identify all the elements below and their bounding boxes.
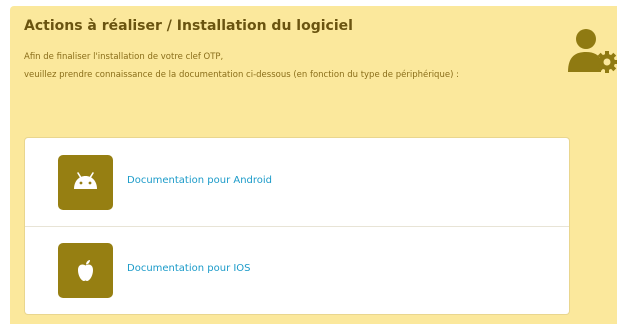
installation-panel: Actions à réaliser / Installation du log… <box>10 6 617 324</box>
ios-doc-row[interactable]: Documentation pour IOS <box>25 226 569 314</box>
description-line-2: veuillez prendre connaissance de la docu… <box>24 70 459 80</box>
android-doc-row[interactable]: Documentation pour Android <box>25 138 569 227</box>
documentation-card: Documentation pour Android Documentation… <box>25 138 569 314</box>
panel-title: Actions à réaliser / Installation du log… <box>24 18 353 34</box>
panel-description: Afin de finaliser l'installation de votr… <box>24 48 569 84</box>
android-icon <box>74 172 97 189</box>
android-icon-tile[interactable] <box>58 155 113 210</box>
android-doc-link[interactable]: Documentation pour Android <box>127 175 272 186</box>
apple-icon-tile[interactable] <box>58 243 113 298</box>
description-line-1: Afin de finaliser l'installation de votr… <box>24 52 224 62</box>
apple-icon <box>78 260 93 281</box>
ios-doc-link[interactable]: Documentation pour IOS <box>127 263 251 274</box>
user-gear-icon <box>568 29 617 73</box>
